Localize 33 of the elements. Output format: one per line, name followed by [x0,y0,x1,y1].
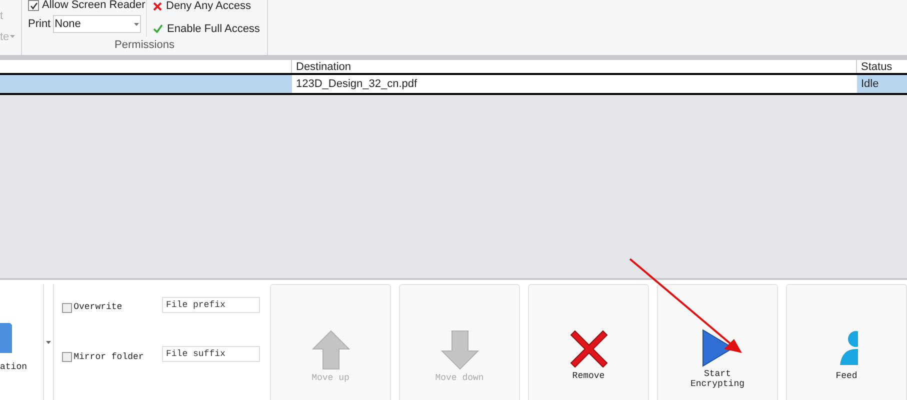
text-field[interactable]: File suffix [162,346,260,362]
checkbox-label: Allow Screen Reader [42,0,146,14]
group-title: Permissions [114,38,176,53]
checkbox[interactable] [62,302,72,313]
toolbar-button[interactable]: Start Encrypting [657,284,778,400]
ribbon-label: te [0,30,10,44]
checkbox[interactable] [62,352,72,362]
x-icon [568,329,608,369]
full-access-button[interactable]: Enable Full Access [153,20,260,37]
caret-icon[interactable] [46,340,51,344]
checkbox[interactable] [28,0,39,11]
column-header: Status [860,60,894,73]
ribbon-label: t [0,9,4,24]
print-dropdown[interactable]: None [52,15,141,33]
table-cell-text: Idle [860,77,880,92]
checkbox-label: Mirror folder [74,350,144,364]
toolbar-button[interactable]: Feed [786,284,907,400]
up-arrow-icon [310,329,350,371]
check-icon [153,24,163,34]
column-header: Destination [292,60,857,73]
caret-icon [134,22,139,26]
caret-icon [10,35,16,38]
text-field[interactable]: File prefix [162,296,260,313]
toolbar-button[interactable]: Remove [528,284,649,400]
location-button[interactable]: ation [0,284,44,400]
down-arrow-icon [440,329,480,371]
deny-access-button[interactable]: Deny Any Access [153,0,260,14]
folder-icon [0,320,12,354]
table-cell: 123D_Design_32_cn.pdf [292,75,857,93]
table-row[interactable]: 123D_Design_32_cn.pdf Idle [0,75,907,95]
checkbox-label: Overwrite [74,301,122,314]
x-icon [153,2,162,11]
print-label: Print [28,16,51,32]
